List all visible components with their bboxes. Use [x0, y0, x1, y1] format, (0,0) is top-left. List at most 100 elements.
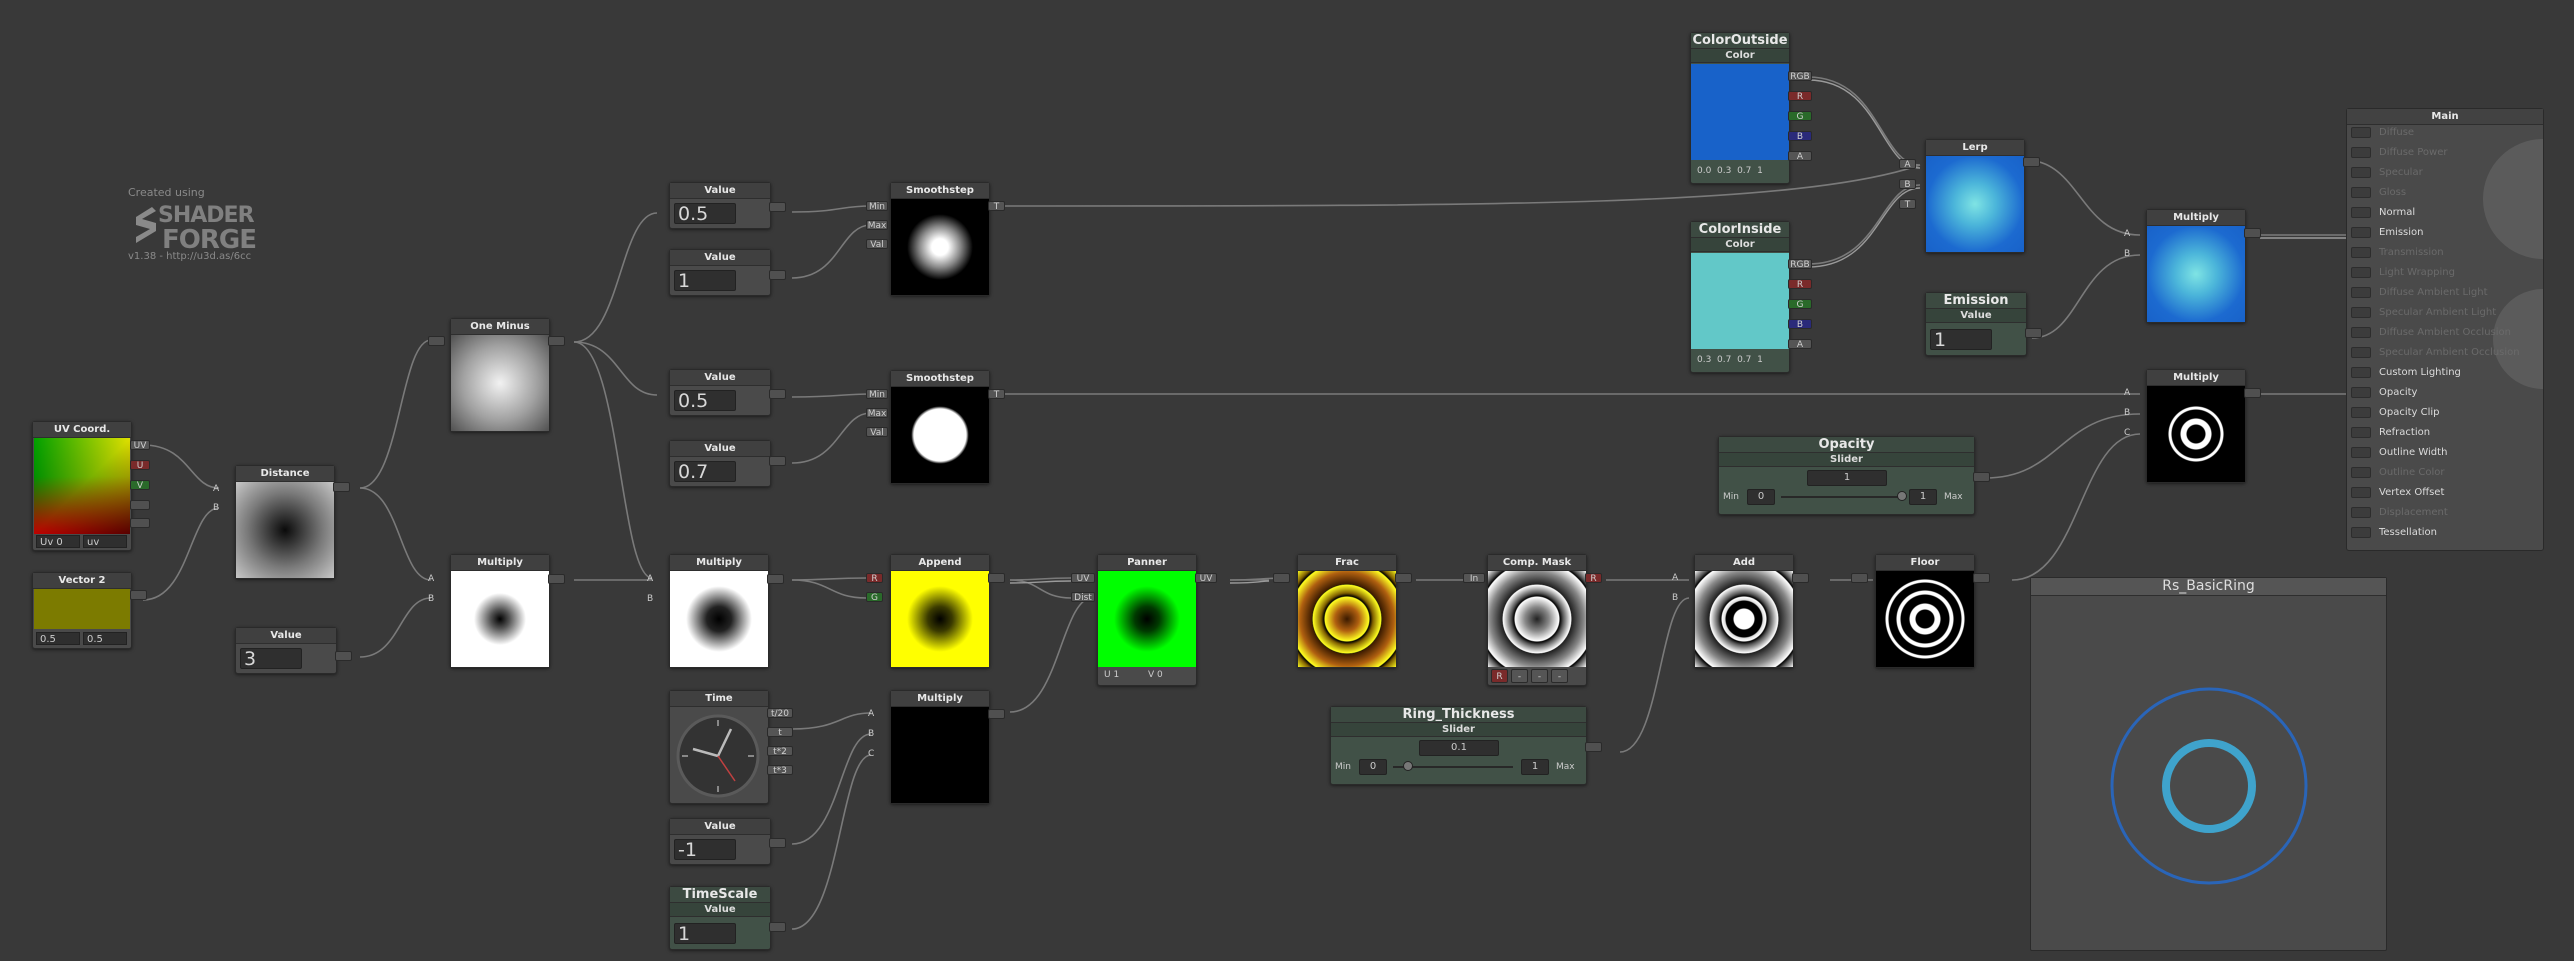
uv-out-v[interactable]: V [130, 480, 150, 491]
ring-thickness-value[interactable]: 0.1 [1419, 740, 1499, 756]
vector2-x-field[interactable]: 0.5 [36, 632, 80, 645]
vector2-node[interactable]: Vector 2 0.5 0.5 [32, 572, 132, 649]
value3-node[interactable]: Value 3 [235, 627, 337, 674]
coloroutside-out-g[interactable]: G [1788, 111, 1812, 122]
main-input-port[interactable] [2351, 446, 2371, 458]
ring-thickness-min[interactable]: 0 [1359, 759, 1387, 775]
main-input-emission[interactable]: Emission [2351, 226, 2424, 240]
smoothstep1-in-max[interactable]: Max [866, 220, 888, 231]
time-out-t20[interactable]: t/20 [767, 708, 793, 719]
ring-thickness-node[interactable]: Ring_Thickness Slider 0.1 Min 0 1 Max [1330, 706, 1587, 785]
panner-in-dist[interactable]: Dist [1071, 592, 1095, 603]
compmask-chan-r[interactable]: R [1491, 669, 1508, 683]
emission-node[interactable]: Emission Value 1 [1925, 292, 2027, 356]
main-input-vertex-offset[interactable]: Vertex Offset [2351, 486, 2444, 500]
main-input-opacity[interactable]: Opacity [2351, 386, 2417, 400]
floor-node[interactable]: Floor [1875, 554, 1975, 668]
smoothstep2-node[interactable]: Smoothstep [890, 370, 990, 484]
add-node[interactable]: Add [1694, 554, 1794, 668]
multiply5-node[interactable]: Multiply [2146, 369, 2246, 483]
panner-node[interactable]: Panner U 1 V 0 [1097, 554, 1197, 686]
opacity-min[interactable]: 0 [1747, 489, 1775, 505]
panner-in-uv[interactable]: UV [1071, 573, 1095, 584]
value-max2-node[interactable]: Value 0.7 [669, 440, 771, 487]
opacity-value[interactable]: 1 [1807, 470, 1887, 486]
colorinside-node[interactable]: ColorInside Color 0.3 0.7 0.7 1 [1690, 221, 1790, 373]
value-max1-node[interactable]: Value 1 [669, 249, 771, 296]
main-input-diffuse-ambient-occlusion[interactable]: Diffuse Ambient Occlusion [2351, 326, 2511, 340]
multiply3-node[interactable]: Multiply [890, 690, 990, 804]
main-input-port[interactable] [2351, 326, 2371, 338]
main-input-normal[interactable]: Normal [2351, 206, 2415, 220]
timescale-field[interactable]: 1 [674, 923, 736, 945]
uv-out-u[interactable]: U [130, 460, 150, 471]
time-out-t2[interactable]: t*2 [767, 746, 793, 757]
main-input-port[interactable] [2351, 526, 2371, 538]
distance-node[interactable]: Distance [235, 465, 335, 579]
ring-thickness-knob[interactable] [1403, 761, 1413, 771]
multiply4-node[interactable]: Multiply [2146, 209, 2246, 323]
main-input-port[interactable] [2351, 286, 2371, 298]
main-input-specular-ambient-occlusion[interactable]: Specular Ambient Occlusion [2351, 346, 2520, 360]
main-input-port[interactable] [2351, 226, 2371, 238]
node-canvas[interactable]: Created using SHADER FORGE v1.38 - http:… [0, 0, 2574, 961]
colorinside-out-a[interactable]: A [1788, 339, 1812, 350]
smoothstep2-out-t[interactable]: T [988, 389, 1005, 400]
main-input-outline-color[interactable]: Outline Color [2351, 466, 2444, 480]
compmask-chan-g[interactable]: - [1511, 669, 1528, 683]
colorinside-out-r[interactable]: R [1788, 279, 1812, 290]
smoothstep2-in-val[interactable]: Val [866, 427, 888, 438]
smoothstep1-node[interactable]: Smoothstep [890, 182, 990, 296]
compmask-chan-b[interactable]: - [1531, 669, 1548, 683]
main-input-port[interactable] [2351, 166, 2371, 178]
compmask-node[interactable]: Comp. Mask R - - - [1487, 554, 1587, 686]
main-output-node[interactable]: Main Diffuse Diffuse Power Specular Gloss No… [2346, 108, 2544, 551]
colorinside-swatch[interactable] [1691, 253, 1789, 349]
main-input-port[interactable] [2351, 246, 2371, 258]
main-input-gloss[interactable]: Gloss [2351, 186, 2406, 200]
coloroutside-swatch[interactable] [1691, 64, 1789, 160]
main-input-port[interactable] [2351, 346, 2371, 358]
main-input-specular[interactable]: Specular [2351, 166, 2423, 180]
coloroutside-out-b[interactable]: B [1788, 131, 1812, 142]
uv-mode-select[interactable]: uv [83, 535, 127, 548]
frac-node[interactable]: Frac [1297, 554, 1397, 668]
smoothstep2-in-min[interactable]: Min [866, 389, 888, 400]
append-node[interactable]: Append [890, 554, 990, 668]
lerp-node[interactable]: Lerp [1925, 139, 2025, 253]
value-max2-field[interactable]: 0.7 [674, 461, 736, 483]
main-input-diffuse-power[interactable]: Diffuse Power [2351, 146, 2447, 160]
main-input-port[interactable] [2351, 486, 2371, 498]
uv-out-uv[interactable]: UV [130, 440, 150, 451]
material-preview-panel[interactable]: Rs_BasicRing [2030, 577, 2387, 951]
lerp-in-a[interactable]: A [1899, 159, 1916, 170]
append-in-g[interactable]: G [866, 592, 883, 603]
value3-field[interactable]: 3 [240, 648, 302, 670]
value-neg1-field[interactable]: -1 [674, 839, 736, 861]
colorinside-out-rgb[interactable]: RGB [1788, 259, 1812, 270]
value-neg1-node[interactable]: Value -1 [669, 818, 771, 865]
compmask-out-r[interactable]: R [1585, 573, 1602, 584]
panner-out-uv[interactable]: UV [1195, 573, 1217, 584]
main-input-displacement[interactable]: Displacement [2351, 506, 2448, 520]
main-input-port[interactable] [2351, 426, 2371, 438]
append-in-r[interactable]: R [866, 573, 883, 584]
colorinside-values[interactable]: 0.3 0.7 0.7 1 [1697, 355, 1763, 365]
main-input-outline-width[interactable]: Outline Width [2351, 446, 2447, 460]
vector2-y-field[interactable]: 0.5 [83, 632, 127, 645]
value-min1-node[interactable]: Value 0.5 [669, 182, 771, 229]
main-input-port[interactable] [2351, 366, 2371, 378]
lerp-in-b[interactable]: B [1899, 179, 1916, 190]
opacity-knob[interactable] [1897, 491, 1907, 501]
coloroutside-out-rgb[interactable]: RGB [1788, 71, 1812, 82]
time-node[interactable]: Time [669, 690, 769, 804]
main-input-port[interactable] [2351, 386, 2371, 398]
time-out-t3[interactable]: t*3 [767, 765, 793, 776]
main-input-port[interactable] [2351, 506, 2371, 518]
multiply1-node[interactable]: Multiply [450, 554, 550, 668]
uv-channel-select[interactable]: Uv 0 [36, 535, 80, 548]
lerp-in-t[interactable]: T [1899, 199, 1916, 210]
panner-u[interactable]: U 1 [1104, 670, 1119, 680]
colorinside-out-g[interactable]: G [1788, 299, 1812, 310]
multiply2-node[interactable]: Multiply [669, 554, 769, 668]
